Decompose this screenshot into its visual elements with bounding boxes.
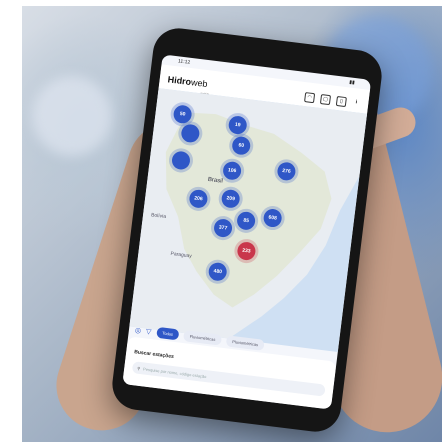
search-icon: ⚲ <box>137 365 141 371</box>
bokeh-light <box>32 76 112 156</box>
status-time: 11:12 <box>177 58 191 66</box>
bookmark-icon[interactable]: ▯ <box>335 95 347 108</box>
smartphone: 11:12 ▮▮ Hidroweb mobile ◠ ▢ ▯ i Bras <box>109 25 385 435</box>
graduation-cap-icon[interactable]: ◠ <box>304 92 316 104</box>
phone-screen: 11:12 ▮▮ Hidroweb mobile ◠ ▢ ▯ i Bras <box>122 54 372 410</box>
map-layers-icon[interactable]: ▢ <box>319 94 332 106</box>
info-icon[interactable]: i <box>352 98 361 107</box>
filter-chip-all[interactable]: Todas <box>155 326 180 341</box>
filter-icon[interactable]: ▽ <box>146 327 152 336</box>
location-icon[interactable]: ◎ <box>135 326 142 335</box>
station-map[interactable]: Brasil Bolívia Paraguay 50 19 60 276 106… <box>129 88 368 352</box>
search-placeholder: Pesquise por nome, código estação <box>142 365 207 379</box>
battery-icon: ▮▮ <box>348 79 356 87</box>
brand-logo: Hidroweb <box>167 74 209 90</box>
